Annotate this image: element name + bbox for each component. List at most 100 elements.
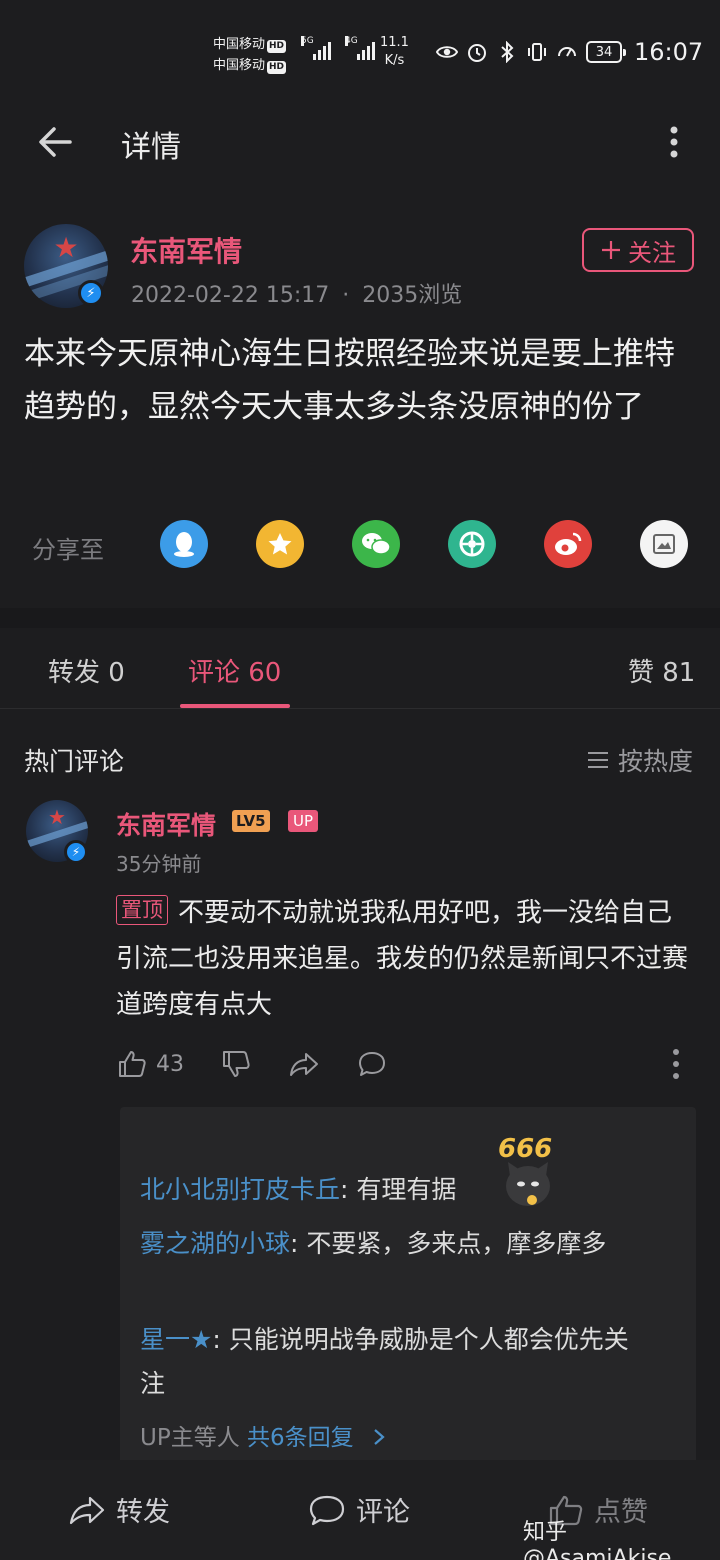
- status-bar: 中国移动 HD 中国移动 HD 5G 4G 11.1 K/s 34 16:07: [0, 0, 720, 100]
- weibo-icon: [555, 532, 582, 555]
- page-title: 详情: [121, 130, 181, 165]
- sort-button[interactable]: 按热度: [586, 742, 693, 778]
- reply-text: : 有理有据: [340, 1175, 457, 1204]
- signal-4g-icon: 4G: [345, 36, 375, 60]
- alarm-icon: [466, 41, 488, 63]
- bottom-repost-label: 转发: [116, 1497, 170, 1528]
- battery-icon: 34: [586, 41, 626, 63]
- post-body: 本来今天原神心海生日按照经验来说是要上推特趋势的，显然今天大事太多头条没原神的份…: [24, 336, 675, 425]
- net-speed: 11.1 K/s: [380, 34, 409, 70]
- comment-more-button[interactable]: [662, 1046, 690, 1082]
- comment-reply-button[interactable]: [356, 1046, 388, 1082]
- comment-dislike-button[interactable]: [220, 1046, 252, 1082]
- speech-bubble-icon: [359, 1052, 385, 1076]
- share-arrow-icon: [69, 1496, 105, 1524]
- up-badge: UP: [288, 810, 319, 832]
- sort-label: 按热度: [618, 747, 694, 776]
- tab-like[interactable]: 赞 81: [628, 652, 695, 689]
- hot-comments-title: 热门评论: [24, 747, 125, 776]
- speech-bubble-icon: [309, 1495, 345, 1525]
- qq-icon: [174, 532, 194, 557]
- comment-share-button[interactable]: [288, 1046, 320, 1082]
- thumbs-down-icon: [223, 1051, 250, 1077]
- more-options-button[interactable]: [660, 122, 688, 162]
- reply-item[interactable]: 北小北别打皮卡丘: 有理有据: [140, 1168, 660, 1212]
- comment-time: 35分钟前: [116, 852, 202, 876]
- post-author-name[interactable]: 东南军情: [130, 230, 242, 270]
- level-badge: LV5: [232, 810, 270, 832]
- thumbs-up-icon: [119, 1051, 146, 1077]
- share-weibo-button[interactable]: [544, 520, 592, 568]
- bottom-comment-button[interactable]: 评论: [308, 1490, 410, 1529]
- share-label: 分享至: [32, 536, 104, 564]
- more-replies-link[interactable]: 共6条回复: [247, 1425, 354, 1451]
- hd-badge: HD: [267, 61, 287, 74]
- watermark: 知乎 @AsamiAkise: [523, 1520, 672, 1560]
- share-moments-button[interactable]: [448, 520, 496, 568]
- menu-lines-icon: [588, 752, 608, 768]
- carrier-info: 中国移动 HD 中国移动 HD: [213, 34, 287, 76]
- pinned-badge: 置顶: [116, 895, 168, 925]
- tab-comment[interactable]: 评论 60: [188, 652, 281, 689]
- reply-item[interactable]: 星一★: 只能说明战争威胁是个人都会优先关注: [140, 1318, 640, 1406]
- comment-body: 置顶 不要动不动就说我私用好吧，我一没给自己引流二也没用来追星。我发的仍然是新闻只…: [116, 890, 696, 1028]
- post-timestamp: 2022-02-22 15:17: [131, 283, 330, 308]
- vibrate-icon: [526, 41, 548, 63]
- view-all-replies-button[interactable]: UP主等人 共6条回复: [140, 1418, 387, 1452]
- star-icon: ★: [48, 805, 66, 830]
- speedometer-icon: [556, 41, 578, 63]
- reply-text: : 不要紧，多来点，摩多摩多: [290, 1229, 607, 1258]
- replies-box[interactable]: [120, 1107, 696, 1467]
- status-icons: 34: [436, 38, 626, 66]
- post-views: 2035浏览: [362, 283, 463, 308]
- hd-badge: HD: [267, 40, 287, 53]
- comment-like-count: 43: [156, 1051, 184, 1077]
- tab-repost[interactable]: 转发 0: [48, 652, 125, 689]
- signal-tag: 5G: [301, 36, 314, 46]
- chevron-right-icon: [374, 1429, 385, 1445]
- clock: 16:07: [634, 38, 704, 66]
- reply-author[interactable]: 雾之湖的小球: [140, 1229, 290, 1258]
- comment-author-name[interactable]: 东南军情: [116, 806, 216, 842]
- comment-text: 不要动不动就说我私用好吧，我一没给自己引流二也没用来追星。我发的仍然是新闻只不过…: [116, 898, 689, 1020]
- save-image-icon: [653, 534, 675, 554]
- verified-icon: ⚡: [78, 280, 104, 306]
- tab-divider: [0, 708, 720, 709]
- reply-item[interactable]: 雾之湖的小球: 不要紧，多来点，摩多摩多: [140, 1222, 640, 1266]
- more-vertical-icon: [673, 1049, 679, 1079]
- plus-icon: [602, 241, 620, 259]
- meta-separator: ·: [342, 283, 350, 308]
- signal-5g-icon: 5G: [301, 36, 331, 60]
- arrow-left-icon: [39, 127, 72, 157]
- net-speed-value: 11.1: [380, 35, 409, 50]
- bottom-comment-label: 评论: [356, 1497, 410, 1528]
- star-icon: ★: [53, 231, 79, 265]
- signal-tag: 4G: [345, 36, 358, 46]
- verified-icon: ⚡: [64, 840, 88, 864]
- reply-author[interactable]: 星一★: [140, 1325, 212, 1354]
- qzone-icon: [268, 533, 292, 555]
- share-save-image-button[interactable]: [640, 520, 688, 568]
- comment-like-button[interactable]: 43: [116, 1046, 184, 1082]
- bluetooth-icon: [496, 41, 518, 63]
- back-button[interactable]: [34, 120, 78, 164]
- share-wechat-button[interactable]: [352, 520, 400, 568]
- carrier-2: 中国移动: [213, 58, 266, 73]
- share-qq-button[interactable]: [160, 520, 208, 568]
- reply-text: : 只能说明战争威胁是个人都会优先关注: [140, 1325, 629, 1398]
- share-qzone-button[interactable]: [256, 520, 304, 568]
- section-separator: [0, 608, 720, 628]
- bottom-repost-button[interactable]: 转发: [68, 1490, 170, 1529]
- net-speed-unit: K/s: [384, 53, 405, 68]
- battery-level: 34: [595, 44, 613, 60]
- post-meta: 2022-02-22 15:17 · 2035浏览: [131, 277, 462, 309]
- share-arrow-icon: [290, 1053, 318, 1076]
- wechat-icon: [362, 533, 391, 555]
- sticker-text: 666: [498, 1134, 553, 1164]
- eye-icon: [436, 41, 458, 63]
- more-vertical-icon: [670, 126, 678, 158]
- reply-author[interactable]: 北小北别打皮卡丘: [140, 1175, 340, 1204]
- more-replies-prefix: UP主等人: [140, 1425, 248, 1451]
- follow-label: 关注: [628, 238, 676, 267]
- follow-button[interactable]: 关注: [582, 228, 694, 272]
